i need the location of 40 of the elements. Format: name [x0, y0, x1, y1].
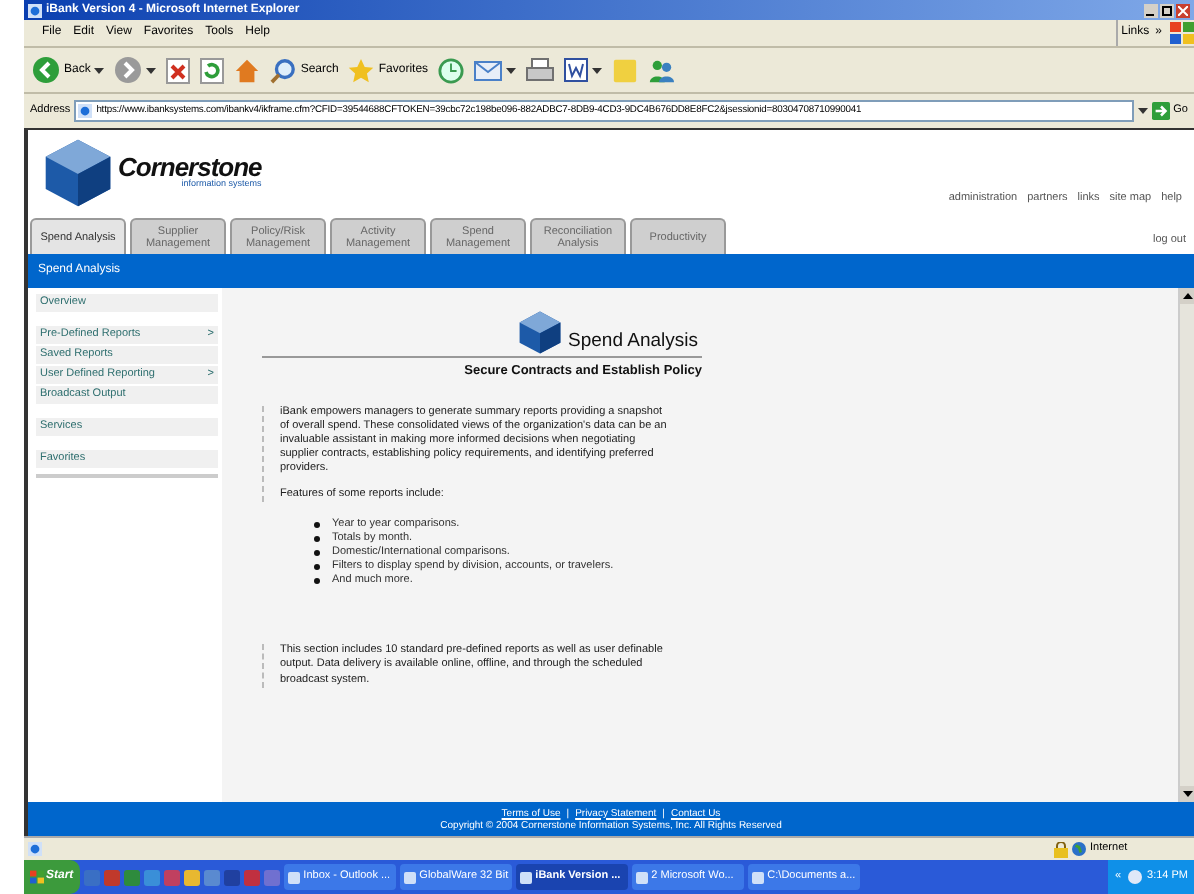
printer-icon[interactable] — [526, 57, 555, 83]
bullet-icon — [314, 563, 320, 570]
close-icon — [1178, 5, 1188, 15]
bullet-icon — [314, 549, 320, 556]
dropdown-arrow-icon[interactable] — [146, 67, 157, 73]
scroll-down-icon[interactable] — [1180, 786, 1194, 802]
page-icon — [78, 104, 93, 118]
clock-icon[interactable] — [438, 57, 465, 83]
cube-logo-icon — [40, 134, 116, 210]
minimize-button[interactable] — [1144, 3, 1158, 17]
search-icon[interactable] — [270, 57, 297, 83]
refresh-icon[interactable] — [200, 57, 225, 83]
bullet-icon — [314, 577, 320, 584]
maximize-icon — [1162, 5, 1172, 15]
dropdown-arrow-icon[interactable] — [94, 67, 105, 73]
maximize-button[interactable] — [1160, 3, 1174, 17]
dropdown-arrow-icon[interactable] — [506, 67, 517, 73]
app-icon[interactable] — [203, 869, 220, 885]
windows-logo-icon — [1170, 22, 1194, 44]
dropdown-arrow-icon[interactable] — [592, 67, 603, 73]
content-heading: Spend Analysis — [568, 327, 698, 356]
document-icon[interactable] — [564, 58, 589, 82]
people-icon[interactable] — [648, 57, 675, 83]
app-icon[interactable] — [183, 869, 200, 885]
bullet-icon — [314, 535, 320, 542]
windows-logo-icon — [30, 870, 44, 884]
dropdown-arrow-icon[interactable] — [1137, 108, 1148, 114]
page-icon — [28, 842, 42, 856]
home-icon[interactable] — [234, 57, 261, 83]
cube-icon — [516, 308, 565, 356]
browser-icon — [28, 3, 42, 17]
logo-text: Cornerstone — [118, 154, 262, 181]
app-icon[interactable] — [143, 869, 160, 885]
bullet-icon — [314, 521, 320, 528]
star-icon[interactable] — [348, 57, 375, 83]
scrollbar[interactable] — [1178, 288, 1194, 802]
close-button[interactable] — [1176, 3, 1190, 17]
stop-icon[interactable] — [166, 57, 191, 83]
lock-icon — [1054, 841, 1068, 857]
scroll-up-icon[interactable] — [1180, 288, 1194, 304]
